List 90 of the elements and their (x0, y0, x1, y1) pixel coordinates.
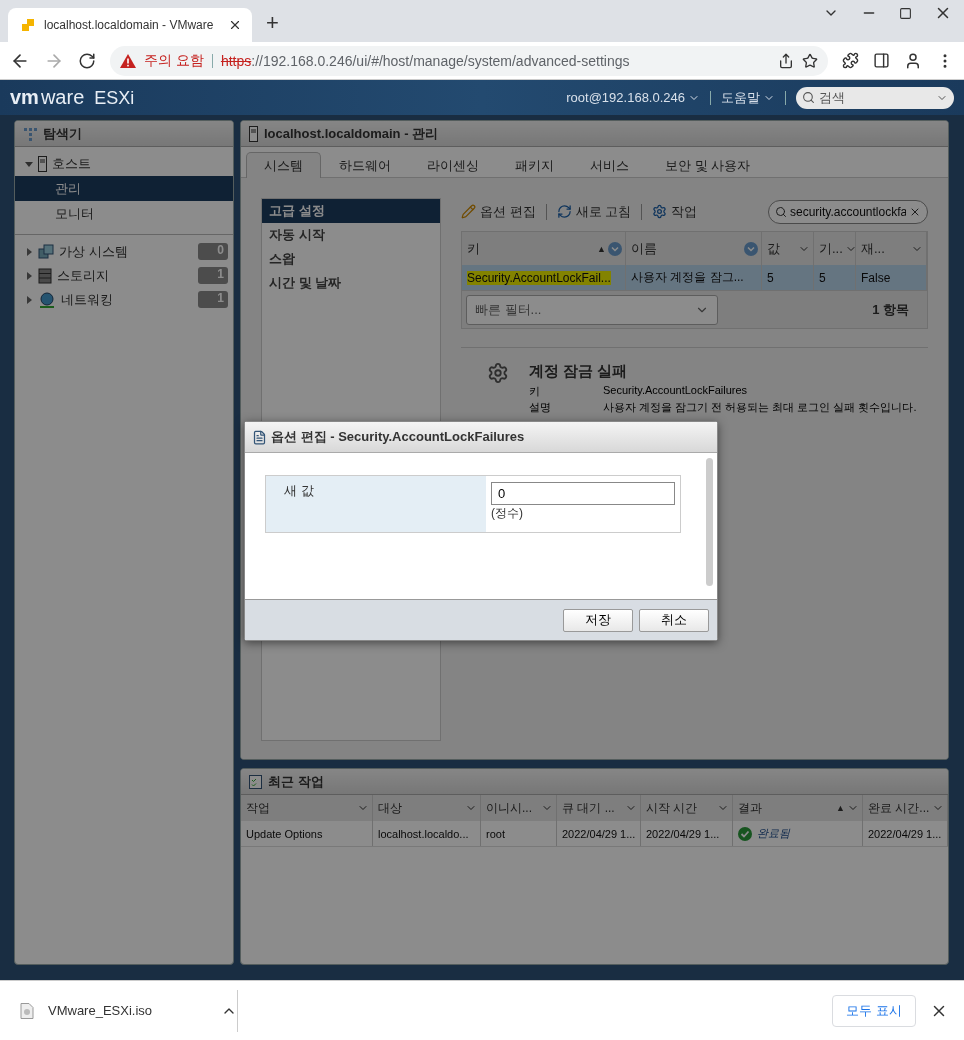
menu-item[interactable]: 스왑 (262, 247, 440, 271)
caret-icon[interactable] (25, 271, 33, 280)
field-label: 새 값 (284, 483, 314, 498)
table-cell: 2022/04/29 1... (557, 821, 641, 846)
edit-document-icon (252, 429, 267, 445)
scrollbar[interactable] (706, 458, 713, 586)
tree-item[interactable]: 네트워킹 1 (15, 287, 233, 312)
pencil-icon (461, 204, 476, 219)
menu-item[interactable]: 시간 및 날짜 (262, 271, 440, 295)
table-cell: Update Options (241, 821, 373, 846)
detail-title: 계정 잠금 실패 (529, 362, 629, 381)
field-label: 키 (529, 384, 541, 399)
menu-item[interactable]: 자동 시작 (262, 223, 440, 247)
dialog-button[interactable]: 저장 (563, 608, 633, 632)
new-tab-button[interactable]: + (266, 10, 279, 36)
windows-icon (38, 243, 54, 260)
caret-icon[interactable] (25, 295, 33, 304)
database-icon (38, 267, 52, 284)
sort-arrow-icon: ▲ (597, 243, 606, 254)
tab[interactable]: 서비스 (572, 152, 647, 178)
side-panel-icon[interactable] (873, 52, 890, 69)
tree-item[interactable]: 호스트 (15, 151, 233, 176)
table-cell: 2022/04/29 1... (863, 821, 948, 846)
profile-icon[interactable] (904, 51, 922, 70)
panel-title: 탐색기 (43, 124, 83, 143)
warning-icon (120, 53, 136, 68)
help-menu[interactable]: 도움말 (721, 88, 775, 107)
refresh-icon (556, 204, 572, 219)
tab[interactable]: 패키지 (497, 152, 572, 178)
settings-icon (487, 362, 509, 384)
table-cell: root (481, 821, 557, 846)
toolbar-button[interactable]: 작업 (652, 202, 698, 221)
menu-item[interactable]: 고급 설정 (262, 199, 440, 223)
field-value: Security.AccountLockFailures (603, 384, 749, 398)
tab[interactable]: 시스템 (246, 152, 321, 178)
security-warning-text: 주의 요함 (144, 51, 204, 70)
tree-item[interactable]: 스토리지 1 (15, 263, 233, 288)
url-text: https://192.168.0.246/ui/#/host/manage/system/advanced-settings (220, 52, 631, 69)
clipboard-icon (249, 774, 262, 789)
server-icon (249, 125, 258, 142)
item-count: 1 항목 (872, 300, 909, 319)
caret-icon[interactable] (25, 159, 33, 168)
tree-icon (23, 126, 37, 141)
search-icon (802, 91, 815, 104)
toolbar-button[interactable]: 옵션 편집 (461, 202, 536, 221)
count-badge: 1 (198, 291, 228, 308)
maximize-icon[interactable] (899, 6, 912, 20)
count-badge: 1 (198, 267, 228, 284)
download-file-name: VMware_ESXi.iso (48, 1003, 154, 1018)
server-icon (38, 155, 47, 172)
tree-item[interactable]: 관리 (15, 176, 233, 201)
reload-icon[interactable] (78, 51, 96, 70)
dialog-button[interactable]: 취소 (639, 608, 709, 632)
value-input[interactable]: 0 (491, 482, 675, 505)
settings-icon (652, 204, 668, 219)
file-icon (20, 1002, 34, 1019)
user-menu[interactable]: root@192.168.0.246 (566, 90, 700, 105)
tab[interactable]: 하드웨어 (321, 152, 409, 178)
tab[interactable]: 보안 및 사용자 (647, 152, 769, 178)
tree-item[interactable]: 모니터 (15, 201, 233, 226)
status-text: 완료됨 (757, 826, 790, 841)
browser-tab[interactable]: localhost.localdomain - VMware (8, 8, 252, 42)
field-value: 사용자 계정을 잠그기 전 허용되는 최대 로그인 실패 횟수입니다. (603, 400, 917, 415)
bookmark-star-icon[interactable] (802, 52, 818, 69)
field-label: 설명 (529, 400, 552, 415)
filter-dropdown-icon (608, 241, 622, 256)
extensions-icon[interactable] (842, 52, 859, 69)
table-row[interactable]: Security.AccountLockFail... 사용자 계정을 잠그... 5 5 False (462, 265, 927, 290)
close-icon[interactable] (228, 18, 242, 32)
share-icon[interactable] (778, 52, 794, 69)
table-cell: localhost.localdo... (373, 821, 481, 846)
tab[interactable]: 라이센싱 (409, 152, 497, 178)
count-badge: 0 (198, 243, 228, 260)
show-all-button[interactable]: 모두 표시 (832, 994, 916, 1027)
field-hint: (정수) (491, 505, 524, 522)
panel-title: 최근 작업 (268, 772, 325, 791)
search-icon (775, 205, 787, 218)
caret-icon[interactable] (25, 247, 33, 256)
search-field[interactable]: 검색 (796, 86, 954, 109)
globe-icon (38, 290, 56, 309)
dialog-title: 옵션 편집 - Security.AccountLockFailures (271, 428, 525, 446)
vmware-esxi-logo: vmware ESXi (10, 86, 136, 109)
tree-item[interactable]: 가상 시스템 0 (15, 239, 233, 264)
filter-dropdown-icon (744, 241, 758, 256)
address-bar[interactable]: 주의 요함 https://192.168.0.246/ui/#/host/manage/system/advanced-settings (110, 45, 828, 76)
table-cell: 2022/04/29 1... (641, 821, 733, 846)
filter-dropdown[interactable]: 빠른 필터... (466, 294, 718, 325)
toolbar-button[interactable]: 새로 고침 (556, 202, 632, 221)
panel-title: localhost.localdomain - 관리 (264, 124, 440, 143)
sort-arrow-icon: ▲ (836, 803, 845, 813)
